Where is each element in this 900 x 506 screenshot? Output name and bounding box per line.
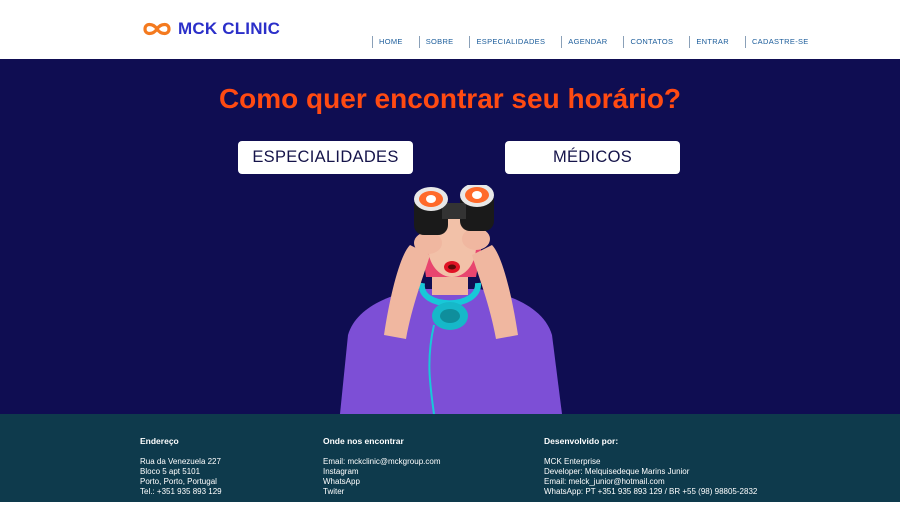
- footer-dev-line: Email: melck_junior@hotmail.com: [544, 477, 665, 486]
- footer-dev-line: MCK Enterprise: [544, 457, 601, 466]
- footer-instagram-link[interactable]: Instagram: [323, 467, 440, 477]
- nav-item-sobre[interactable]: SOBRE: [418, 36, 454, 48]
- footer-dev-title: Desenvolvido por:: [544, 436, 619, 446]
- footer-phone: Tel.: +351 935 893 129: [140, 487, 222, 496]
- footer-address: Endereço Rua da Venezuela 227 Bloco 5 ap…: [140, 436, 222, 497]
- footer-find-title: Onde nos encontrar: [323, 436, 404, 446]
- nav-item-agendar[interactable]: AGENDAR: [561, 36, 607, 48]
- nav-item-home[interactable]: HOME: [372, 36, 403, 48]
- brand-name: MCK CLINIC: [178, 19, 281, 38]
- woman-with-binoculars-illustration: [340, 185, 562, 414]
- footer-address-title: Endereço: [140, 436, 179, 446]
- hero-title: Como quer encontrar seu horário?: [218, 83, 682, 114]
- footer-whatsapp-link[interactable]: WhatsApp: [323, 477, 440, 487]
- site-footer: Endereço Rua da Venezuela 227 Bloco 5 ap…: [0, 414, 900, 502]
- nav-item-entrar[interactable]: ENTRAR: [689, 36, 729, 48]
- nav-item-cadastre-se[interactable]: CADASTRE-SE: [744, 36, 809, 48]
- footer-address-line: Bloco 5 apt 5101: [140, 467, 201, 476]
- footer-dev-line: Developer: Melquisedeque Marins Junior: [544, 467, 690, 476]
- medicos-button[interactable]: MÉDICOS: [505, 141, 680, 174]
- hero-section: Como quer encontrar seu horário? ESPECIA…: [0, 59, 900, 414]
- footer-address-line: Rua da Venezuela 227: [140, 457, 221, 466]
- footer-developer: Desenvolvido por: MCK Enterprise Develop…: [544, 436, 757, 497]
- brand-logo[interactable]: MCK CLINIC: [141, 17, 280, 41]
- infinity-icon: [143, 22, 171, 36]
- footer-find-us: Onde nos encontrar Email: mckclinic@mckg…: [323, 436, 440, 497]
- bottom-strip: [0, 502, 900, 506]
- nav-item-especialidades[interactable]: ESPECIALIDADES: [469, 36, 545, 48]
- especialidades-button[interactable]: ESPECIALIDADES: [238, 141, 413, 174]
- footer-dev-line: WhatsApp: PT +351 935 893 129 / BR +55 (…: [544, 487, 758, 496]
- footer-twitter-link[interactable]: Twiter: [323, 487, 440, 497]
- site-header: MCK CLINIC HOME SOBRE ESPECIALIDADES AGE…: [0, 0, 900, 59]
- footer-address-line: Porto, Porto, Portugal: [140, 477, 217, 486]
- footer-email-link[interactable]: Email: mckclinic@mckgroup.com: [323, 457, 440, 467]
- nav-item-contatos[interactable]: CONTATOS: [623, 36, 673, 48]
- main-nav: HOME SOBRE ESPECIALIDADES AGENDAR CONTAT…: [372, 35, 809, 49]
